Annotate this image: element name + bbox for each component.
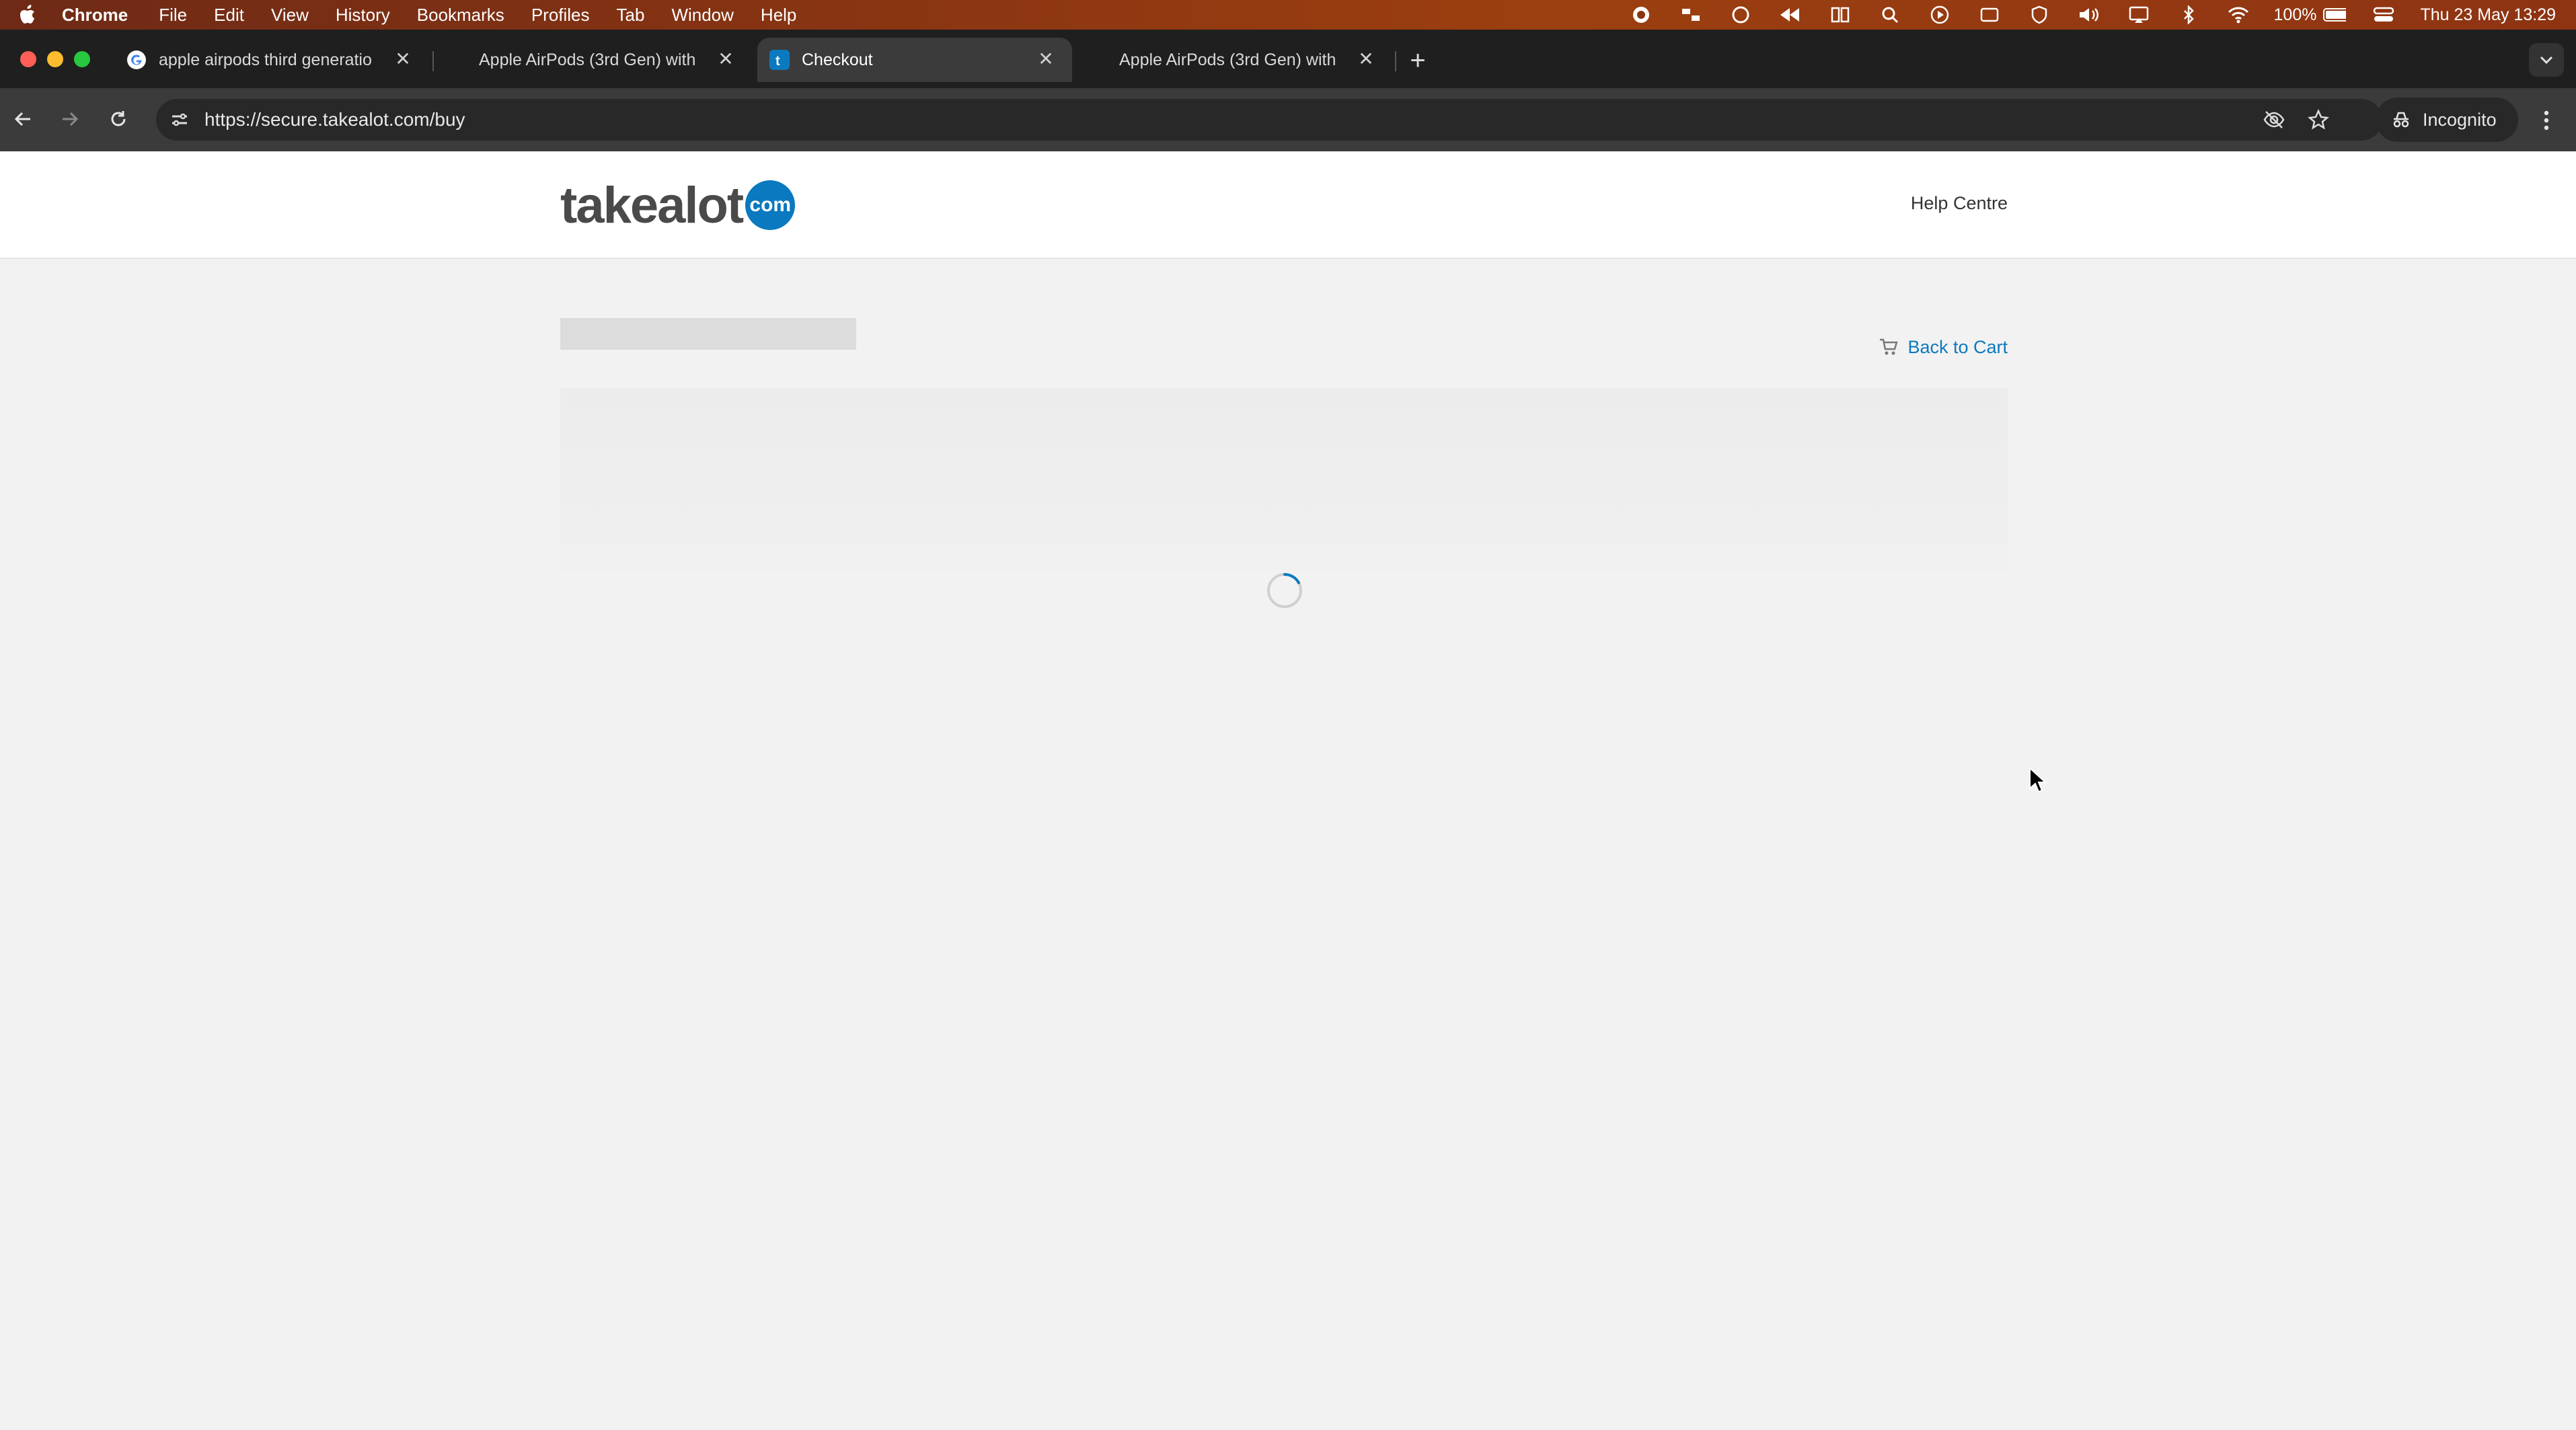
loading-placeholder-title <box>560 318 856 350</box>
reload-icon <box>111 111 126 126</box>
help-centre-link[interactable]: Help Centre <box>1911 193 2008 214</box>
browser-menu-button[interactable] <box>2533 106 2560 135</box>
split-view-icon[interactable] <box>1829 5 1852 24</box>
menu-file[interactable]: File <box>159 5 187 26</box>
arrow-right-icon <box>63 112 79 126</box>
reload-button[interactable] <box>102 103 135 135</box>
creative-cloud-icon[interactable] <box>1729 5 1752 24</box>
incognito-icon <box>2390 109 2412 130</box>
incognito-indicator[interactable]: Incognito <box>2376 98 2518 142</box>
tab-airpods-2[interactable]: Apple AirPods (3rd Gen) with ✕ <box>1077 38 1392 82</box>
minimize-window-button[interactable] <box>47 51 63 67</box>
browser-toolbar: https://secure.takealot.com/buy Incognit… <box>0 88 2576 151</box>
cart-icon <box>1878 336 1899 358</box>
bookmark-star-icon[interactable] <box>2307 108 2330 131</box>
back-to-cart-label: Back to Cart <box>1907 336 2008 357</box>
bluetooth-icon[interactable] <box>2177 5 2200 24</box>
tab-title: Apple AirPods (3rd Gen) with <box>1119 50 1336 69</box>
tab-separator <box>432 51 434 71</box>
close-tab-icon[interactable]: ✕ <box>1356 48 1376 69</box>
record-icon[interactable] <box>1630 5 1653 24</box>
tab-title: Apple AirPods (3rd Gen) with <box>479 50 696 69</box>
url-text: https://secure.takealot.com/buy <box>204 109 465 130</box>
spotlight-search-icon[interactable] <box>1879 5 1901 24</box>
battery-icon[interactable] <box>2323 5 2347 24</box>
loading-placeholder-panel <box>560 387 2008 570</box>
tab-separator <box>1395 51 1396 71</box>
status-area: 100% Thu 23 May 13:29 <box>1603 0 2556 30</box>
screen-icon[interactable] <box>1978 5 2001 24</box>
mouse-pointer-icon <box>2029 766 2047 794</box>
menu-window[interactable]: Window <box>671 5 733 26</box>
tab-title: Checkout <box>802 50 873 69</box>
tab-search-button[interactable] <box>2529 43 2564 77</box>
back-button[interactable] <box>7 103 39 135</box>
forward-button[interactable] <box>54 103 86 135</box>
site-header: takealot com Help Centre <box>0 151 2576 259</box>
arrow-left-icon <box>14 112 30 126</box>
chevron-down-icon <box>2540 56 2553 65</box>
volume-icon[interactable] <box>2078 5 2100 24</box>
site-info-icon[interactable] <box>168 108 191 131</box>
loading-spinner-icon <box>1264 570 1305 611</box>
incognito-label: Incognito <box>2423 109 2497 130</box>
logo-badge: com <box>745 180 796 230</box>
back-to-cart-link[interactable]: Back to Cart <box>1878 336 2008 358</box>
menu-help[interactable]: Help <box>761 5 796 26</box>
apple-logo-icon[interactable] <box>19 5 39 25</box>
menu-profiles[interactable]: Profiles <box>531 5 590 26</box>
new-tab-button[interactable]: + <box>1403 46 1433 75</box>
close-tab-icon[interactable]: ✕ <box>393 48 413 69</box>
control-center-icon[interactable] <box>2373 5 2396 24</box>
macos-menu-bar: Chrome File Edit View History Bookmarks … <box>0 0 2576 30</box>
tab-title: apple airpods third generatio <box>159 50 372 69</box>
wifi-icon[interactable] <box>2227 5 2250 24</box>
menu-edit[interactable]: Edit <box>214 5 244 26</box>
tab-airpods-1[interactable]: Apple AirPods (3rd Gen) with ✕ <box>437 38 752 82</box>
window-controls <box>20 51 101 67</box>
close-tab-icon[interactable]: ✕ <box>716 48 736 69</box>
address-bar[interactable]: https://secure.takealot.com/buy <box>156 99 2382 141</box>
shield-icon[interactable] <box>2028 5 2051 24</box>
tab-checkout[interactable]: t Checkout ✕ <box>757 38 1072 82</box>
extensions-status-icon[interactable] <box>1679 5 1702 24</box>
takealot-logo[interactable]: takealot com <box>560 176 796 234</box>
battery-percent: 100% <box>2273 5 2317 24</box>
menu-app-name[interactable]: Chrome <box>62 5 128 26</box>
more-vertical-icon <box>2544 110 2549 130</box>
play-icon[interactable] <box>1928 5 1951 24</box>
svg-text:t: t <box>775 54 780 69</box>
google-icon <box>126 50 147 70</box>
maximize-window-button[interactable] <box>74 51 90 67</box>
browser-tab-strip: apple airpods third generatio ✕ Apple Ai… <box>0 30 2576 88</box>
menu-history[interactable]: History <box>336 5 390 26</box>
logo-wordmark: takealot <box>560 176 744 234</box>
menu-view[interactable]: View <box>271 5 309 26</box>
takealot-icon: t <box>769 50 790 70</box>
tab-google-search[interactable]: apple airpods third generatio ✕ <box>114 38 429 82</box>
menu-bookmarks[interactable]: Bookmarks <box>417 5 504 26</box>
airplay-icon[interactable] <box>2127 5 2150 24</box>
menu-tab[interactable]: Tab <box>617 5 645 26</box>
eye-off-icon[interactable] <box>2263 108 2285 131</box>
menu-clock[interactable]: Thu 23 May 13:29 <box>2420 5 2556 25</box>
rewind-icon[interactable] <box>1779 5 1802 24</box>
close-tab-icon[interactable]: ✕ <box>1036 48 1056 69</box>
close-window-button[interactable] <box>20 51 36 67</box>
